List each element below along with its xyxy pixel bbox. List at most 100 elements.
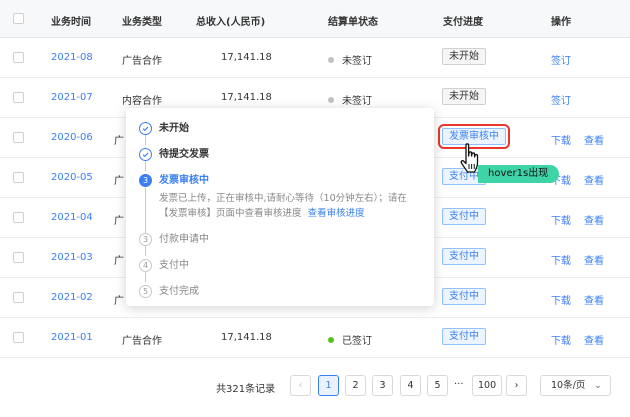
row-income: 17,141.18 <box>221 92 272 103</box>
pagination-ellipsis[interactable]: ··· <box>454 379 464 390</box>
row-date-link[interactable]: 2021-04 <box>51 212 93 223</box>
row-status: 已签订 <box>328 332 372 347</box>
download-button[interactable]: 下载 <box>551 132 571 147</box>
row-type: 广 <box>114 216 124 227</box>
row-date-link[interactable]: 2021-07 <box>51 92 93 103</box>
row-status-label: 未签订 <box>342 96 372 107</box>
step-connector <box>145 188 146 233</box>
step-label: 支付完成 <box>159 286 199 297</box>
step-label: 未开始 <box>159 123 189 134</box>
page-button[interactable]: 5 <box>427 375 448 396</box>
row-date-link[interactable]: 2021-08 <box>51 52 93 63</box>
table-header: 业务时间 业务类型 总收入(人民币) 结算单状态 支付进度 操作 <box>0 0 630 38</box>
row-date-link[interactable]: 2020-06 <box>51 132 93 143</box>
row-date-link[interactable]: 2021-01 <box>51 332 93 343</box>
progress-tag[interactable]: 未开始 <box>442 48 486 65</box>
column-header-statement: 结算单状态 <box>328 17 378 28</box>
step-label: 发票审核中 <box>159 175 209 186</box>
progress-tag[interactable]: 支付中 <box>442 248 486 265</box>
check-circle-icon <box>139 122 152 135</box>
column-header-income: 总收入(人民币) <box>196 17 266 28</box>
progress-tag[interactable]: 未开始 <box>442 88 486 105</box>
row-type: 广 <box>114 256 124 267</box>
view-button[interactable]: 查看 <box>584 132 604 147</box>
view-button[interactable]: 查看 <box>584 292 604 307</box>
status-dot <box>328 97 334 103</box>
column-header-type: 业务类型 <box>122 17 162 28</box>
row-status-label: 未签订 <box>342 56 372 67</box>
row-date-link[interactable]: 2020-05 <box>51 172 93 183</box>
row-checkbox[interactable] <box>13 212 24 223</box>
view-button[interactable]: 查看 <box>584 252 604 267</box>
step-number: 3 <box>139 174 152 187</box>
status-dot <box>328 337 334 343</box>
step-description-line: 【发票审核】页面中查看审核进度 <box>159 208 302 219</box>
step-connector <box>145 161 146 171</box>
view-review-progress-link[interactable]: 查看审核进度 <box>308 208 365 219</box>
select-all-checkbox[interactable] <box>13 13 24 24</box>
page-button[interactable]: 2 <box>345 375 366 396</box>
row-checkbox[interactable] <box>13 92 24 103</box>
chevron-left-icon[interactable]: ‹ <box>290 375 311 396</box>
download-button[interactable]: 下载 <box>551 252 571 267</box>
download-button[interactable]: 下载 <box>551 292 571 307</box>
page-button[interactable]: 1 <box>318 375 339 396</box>
column-header-ops: 操作 <box>551 17 571 28</box>
step-description-line: 发票已上传，正在审核中,请耐心等待（10分钟左右）；请在 <box>159 193 407 204</box>
row-status: 未签订 <box>328 52 372 67</box>
download-button[interactable]: 下载 <box>551 212 571 227</box>
view-button[interactable]: 查看 <box>584 332 604 347</box>
page-button-last[interactable]: 100 <box>472 375 503 396</box>
progress-popover: 未开始 待提交发票 3 发票审核中 发票已上传，正在审核中,请耐心等待（10分钟… <box>126 108 434 306</box>
column-header-progress: 支付进度 <box>443 17 483 28</box>
row-type: 广告合作 <box>122 336 162 347</box>
hand-pointer-icon <box>458 142 486 176</box>
step-description: 发票已上传，正在审核中,请耐心等待（10分钟左右）；请在 【发票审核】页面中查看… <box>159 191 421 221</box>
step-number: 3 <box>139 233 152 246</box>
step-number: 4 <box>139 259 152 272</box>
row-checkbox[interactable] <box>13 252 24 263</box>
view-button[interactable]: 查看 <box>584 172 604 187</box>
view-button[interactable]: 查看 <box>584 212 604 227</box>
row-date-link[interactable]: 2021-03 <box>51 252 93 263</box>
row-date-link[interactable]: 2021-02 <box>51 292 93 303</box>
row-checkbox[interactable] <box>13 52 24 63</box>
hover-annotation-badge: hover1s出现 <box>478 165 560 183</box>
download-button[interactable]: 下载 <box>551 332 571 347</box>
row-type: 广 <box>114 176 124 187</box>
page-size-select[interactable]: 10条/页 ⌄ <box>540 375 611 396</box>
step-label: 待提交发票 <box>159 149 209 160</box>
step-connector <box>145 272 146 282</box>
step-label: 支付中 <box>159 260 189 271</box>
check-circle-icon <box>139 148 152 161</box>
row-checkbox[interactable] <box>13 172 24 183</box>
row-type: 广 <box>114 296 124 307</box>
page-size-label: 10条/页 <box>551 380 586 391</box>
progress-tag[interactable]: 支付中 <box>442 208 486 225</box>
row-income: 17,141.18 <box>221 52 272 63</box>
sign-button[interactable]: 签订 <box>551 92 571 107</box>
row-checkbox[interactable] <box>13 332 24 343</box>
row-checkbox[interactable] <box>13 292 24 303</box>
sign-button[interactable]: 签订 <box>551 52 571 67</box>
chevron-right-icon[interactable]: › <box>506 375 527 396</box>
row-type: 广 <box>114 136 124 147</box>
step-number: 5 <box>139 285 152 298</box>
page-button[interactable]: 3 <box>372 375 393 396</box>
progress-tag[interactable]: 支付中 <box>442 328 486 345</box>
step-connector <box>145 135 146 145</box>
row-type: 广告合作 <box>122 56 162 67</box>
table-row: 2021-08 广告合作 17,141.18 未签订 未开始 签订 <box>0 38 630 78</box>
row-income: 17,141.18 <box>221 332 272 343</box>
table-row: 2021-01 广告合作 17,141.18 已签订 支付中 下载 查看 <box>0 318 630 358</box>
pagination: 共321条记录 ‹ 1 2 3 4 5 ··· 100 › 10条/页 ⌄ <box>0 372 630 400</box>
column-header-date: 业务时间 <box>51 17 91 28</box>
row-status: 未签订 <box>328 92 372 107</box>
status-dot <box>328 57 334 63</box>
step-label: 付款申请中 <box>159 234 209 245</box>
chevron-down-icon: ⌄ <box>594 380 602 391</box>
progress-tag[interactable]: 支付中 <box>442 288 486 305</box>
row-checkbox[interactable] <box>13 132 24 143</box>
page-button[interactable]: 4 <box>400 375 421 396</box>
row-status-label: 已签订 <box>342 336 372 347</box>
